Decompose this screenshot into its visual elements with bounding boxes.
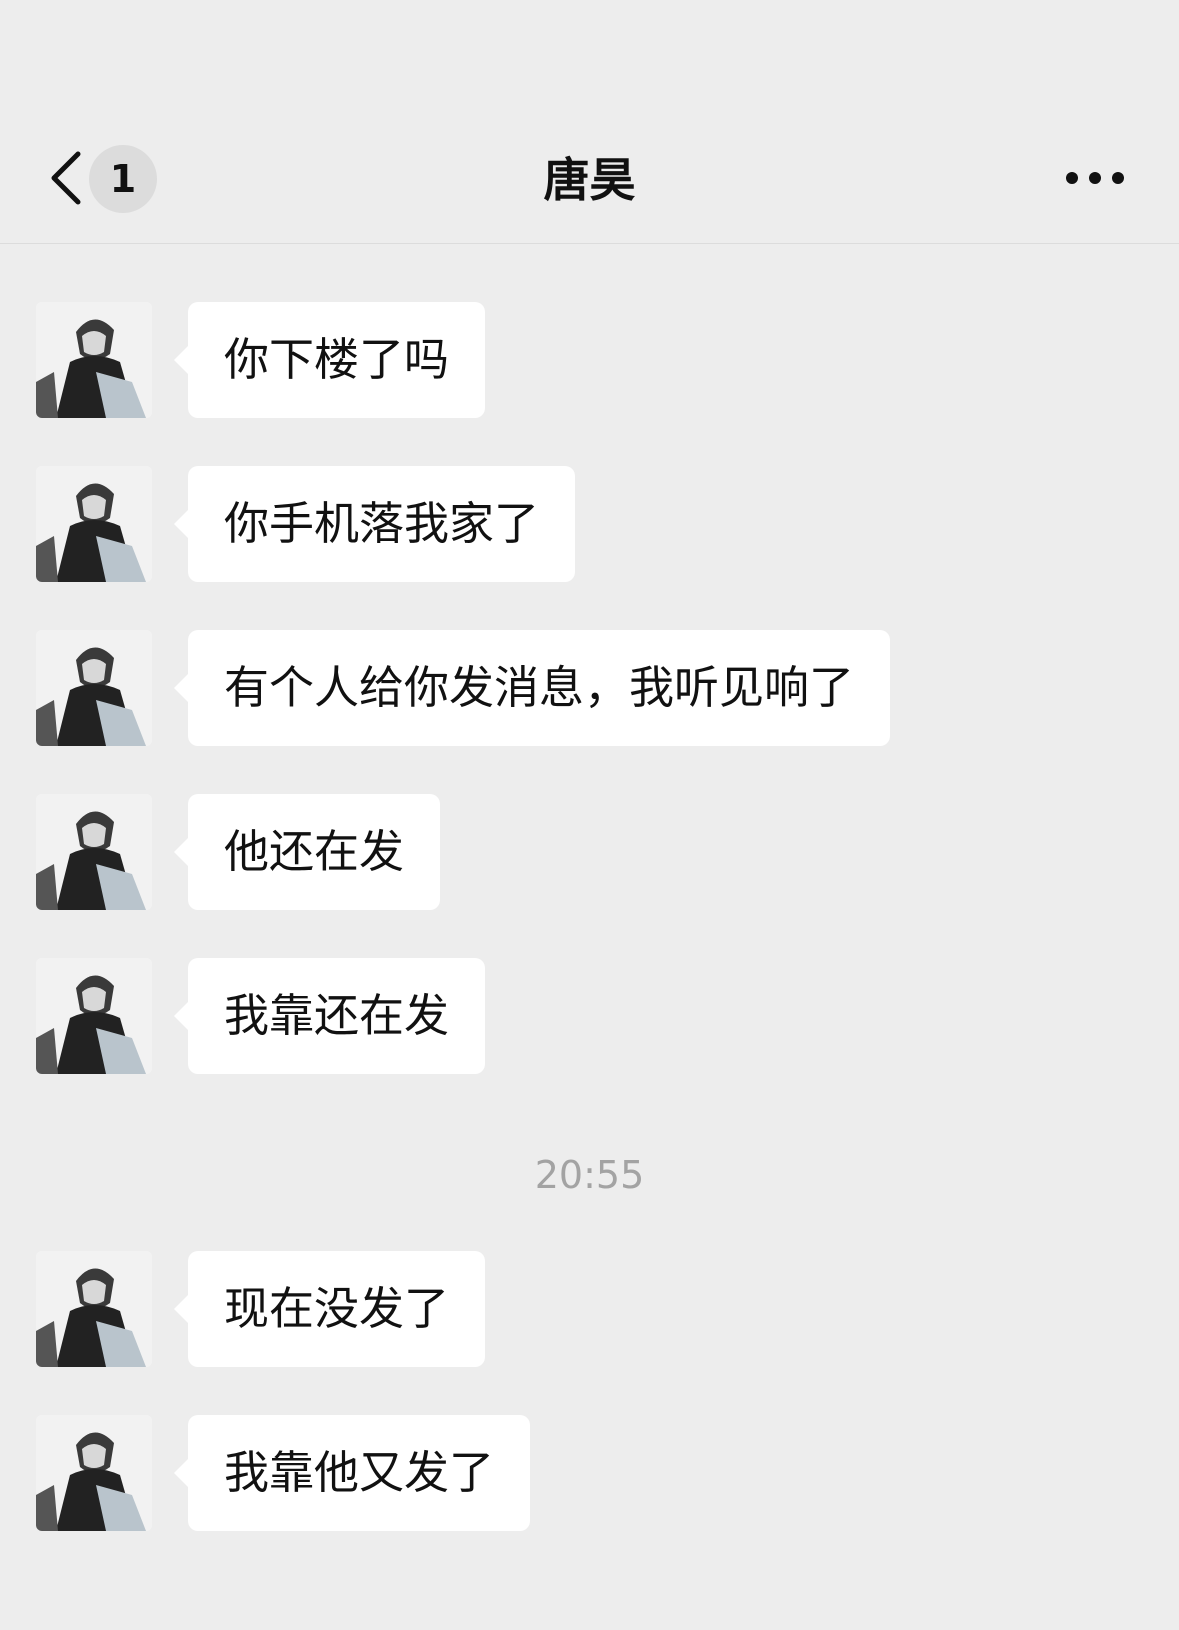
avatar[interactable]: [36, 1251, 152, 1367]
avatar-image: [36, 302, 152, 418]
message-bubble[interactable]: 你下楼了吗: [173, 302, 486, 418]
message-timestamp: 20:55: [534, 1153, 645, 1197]
message-bubble[interactable]: 有个人给你发消息，我听见响了: [173, 630, 891, 746]
avatar-image: [36, 794, 152, 910]
message-bubble[interactable]: 现在没发了: [173, 1251, 486, 1367]
avatar[interactable]: [36, 302, 152, 418]
avatar-image: [36, 1415, 152, 1531]
chat-title: 唐昊: [543, 153, 636, 207]
chat-header: 1 唐昊: [0, 0, 1179, 244]
message-bubble[interactable]: 他还在发: [173, 794, 441, 910]
avatar[interactable]: [36, 794, 152, 910]
chevron-left-icon[interactable]: [46, 150, 86, 206]
avatar[interactable]: [36, 466, 152, 582]
avatar[interactable]: [36, 1415, 152, 1531]
avatar[interactable]: [36, 630, 152, 746]
avatar-image: [36, 466, 152, 582]
more-dots-icon[interactable]: [1060, 158, 1130, 198]
message-bubble[interactable]: 你手机落我家了: [173, 466, 576, 582]
avatar-image: [36, 958, 152, 1074]
unread-count-badge[interactable]: 1: [89, 145, 157, 213]
avatar[interactable]: [36, 958, 152, 1074]
message-bubble[interactable]: 我靠还在发: [173, 958, 486, 1074]
avatar-image: [36, 1251, 152, 1367]
avatar-image: [36, 630, 152, 746]
message-bubble[interactable]: 我靠他又发了: [173, 1415, 531, 1531]
